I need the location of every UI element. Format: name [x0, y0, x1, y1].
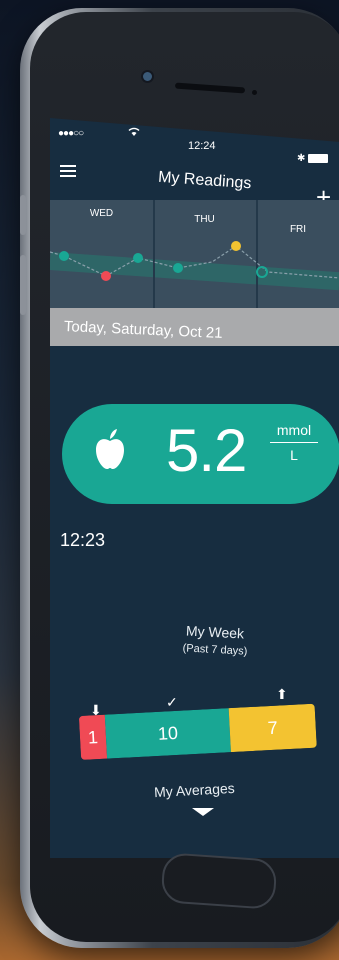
my-averages-label[interactable]: My Averages	[154, 780, 235, 800]
page-title: My Readings	[157, 168, 252, 193]
reading-value: 5.2	[166, 417, 247, 484]
status-time: 12:24	[188, 140, 216, 152]
signal-icon: ●●●○○	[58, 128, 84, 139]
reading-unit: mmol L	[270, 422, 318, 463]
front-camera-icon	[143, 72, 152, 81]
reading-point[interactable]	[231, 241, 241, 251]
nav-bar: My Readings +	[50, 158, 339, 210]
checkmark-icon: ✓	[166, 694, 178, 710]
unit-numerator: mmol	[276, 422, 312, 438]
unit-divider	[270, 442, 318, 443]
side-button	[20, 255, 26, 315]
reading-time: 12:23	[60, 530, 106, 550]
reading-point[interactable]	[133, 253, 143, 263]
date-header: Today, Saturday, Oct 21	[50, 308, 339, 346]
reading-point[interactable]	[59, 251, 69, 261]
apple-icon	[94, 428, 126, 475]
low-count-segment[interactable]: 1	[78, 714, 108, 760]
wifi-icon	[128, 126, 140, 140]
app-screen: ●●●○○ 12:24 ✱ My Readings + WED THU FRI …	[50, 118, 339, 858]
in-range-count-segment[interactable]: 10	[104, 708, 231, 759]
proximity-sensor	[252, 90, 257, 95]
current-reading-card[interactable]: 5.2 mmol L	[62, 404, 339, 504]
arrow-up-icon: ⬆	[276, 686, 288, 702]
home-button[interactable]	[160, 852, 278, 910]
week-chart[interactable]: WED THU FRI	[50, 200, 339, 308]
my-week-title: My Week	[185, 622, 245, 642]
my-week-subtitle: (Past 7 days)	[182, 642, 248, 658]
hamburger-menu-icon[interactable]	[60, 162, 76, 180]
unit-denominator: L	[290, 447, 298, 463]
reading-trend-line	[50, 241, 339, 281]
reading-point[interactable]	[101, 271, 111, 281]
reading-point[interactable]	[256, 266, 268, 278]
reading-point[interactable]	[173, 263, 183, 273]
caret-down-icon[interactable]	[192, 808, 214, 816]
week-range-bar[interactable]: 1 10 7	[78, 703, 317, 760]
side-button	[20, 195, 26, 235]
high-count-segment[interactable]: 7	[228, 703, 317, 753]
